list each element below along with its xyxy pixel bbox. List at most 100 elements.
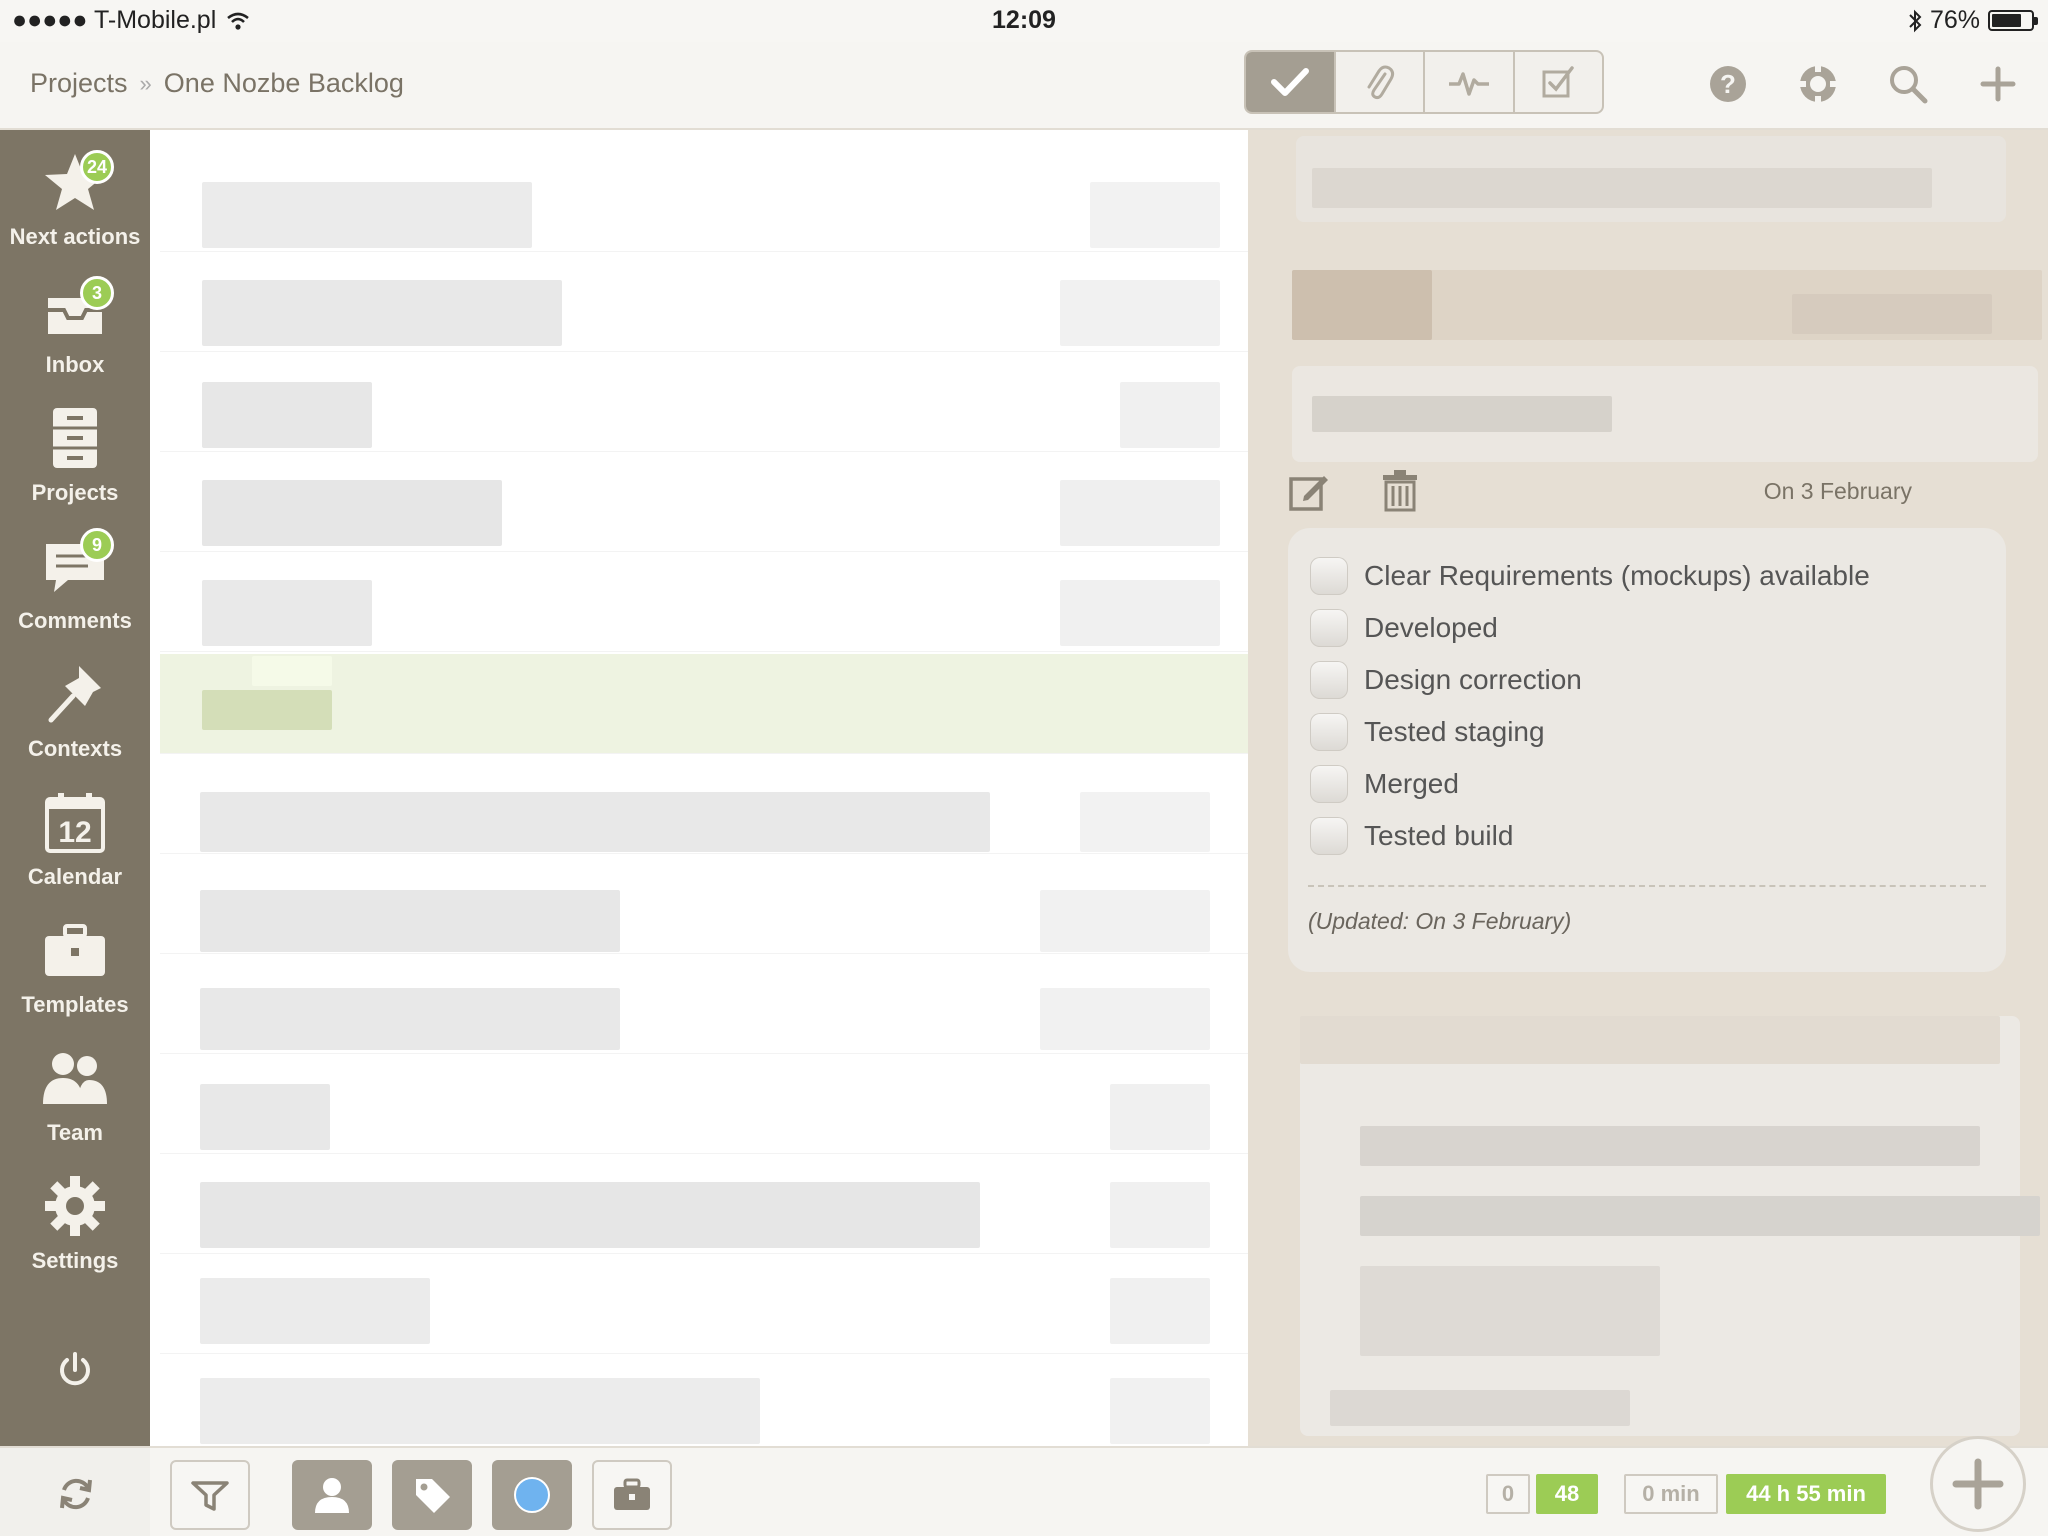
task-row[interactable]	[160, 252, 1248, 352]
checkbox[interactable]	[1310, 661, 1348, 699]
person-icon	[315, 1478, 349, 1513]
redacted-block	[1292, 270, 2042, 340]
battery-percent: 76%	[1929, 6, 1980, 34]
comment-actions: On 3 February	[1288, 466, 2008, 514]
checkbox[interactable]	[1310, 765, 1348, 803]
tab-checklist[interactable]	[1515, 52, 1603, 112]
task-row[interactable]	[160, 552, 1248, 652]
sidebar-item-label: Inbox	[45, 352, 105, 377]
sidebar-item-contexts[interactable]: Contexts	[0, 650, 150, 778]
sidebar-item-projects[interactable]: Projects	[0, 394, 150, 522]
task-row[interactable]	[160, 854, 1248, 954]
bottom-toolbar: 0 48 0 min 44 h 55 min	[0, 1446, 2048, 1536]
checkbox[interactable]	[1310, 713, 1348, 751]
tag-icon	[416, 1479, 450, 1513]
check-icon	[1270, 68, 1309, 96]
sidebar-item-label: Projects	[31, 480, 119, 505]
bluetooth-icon	[1909, 9, 1922, 32]
checklist-item[interactable]: Developed	[1310, 606, 1498, 650]
checklist-item-text: Merged	[1364, 768, 1459, 799]
sidebar-item-next-actions[interactable]: 24 Next actions	[0, 138, 150, 266]
filter-button[interactable]	[170, 1460, 250, 1530]
trash-icon	[1383, 470, 1417, 512]
breadcrumb-projects-link[interactable]: Projects	[30, 68, 128, 99]
help-icon: ?	[1710, 66, 1746, 102]
status-bar: ●●●●● T-Mobile.pl 12:09 76%	[0, 0, 2048, 42]
checkbox[interactable]	[1310, 557, 1348, 595]
search-icon	[1890, 66, 1928, 104]
redacted-block	[1292, 366, 2038, 462]
filter-person-button[interactable]	[292, 1460, 372, 1530]
sidebar-item-label: Team	[47, 1120, 103, 1145]
edit-icon	[1289, 476, 1328, 511]
pin-icon	[35, 654, 115, 734]
counter-time-done: 0 min	[1624, 1474, 1718, 1514]
carrier-group: ●●●●● T-Mobile.pl	[12, 6, 250, 35]
calendar-icon: 12	[35, 782, 115, 862]
task-row[interactable]	[160, 754, 1248, 854]
sidebar-item-calendar[interactable]: 12 Calendar	[0, 778, 150, 906]
checklist-item-text: Design correction	[1364, 664, 1582, 695]
wifi-icon	[227, 12, 250, 30]
file-cabinet-icon	[35, 398, 115, 478]
checklist-item[interactable]: Design correction	[1310, 658, 1582, 702]
logout-button[interactable]	[55, 1350, 95, 1390]
sidebar-item-label: Contexts	[27, 736, 123, 761]
checklist-item[interactable]: Tested build	[1310, 814, 1513, 858]
briefcase-icon	[614, 1478, 650, 1510]
sidebar-item-templates[interactable]: Templates	[0, 906, 150, 1034]
task-row[interactable]	[160, 1354, 1248, 1446]
comment-date: On 3 February	[1763, 478, 1912, 504]
add-button[interactable]	[1974, 60, 2022, 108]
task-row-selected[interactable]	[160, 654, 1248, 754]
support-button[interactable]	[1794, 60, 1842, 108]
task-list[interactable]	[150, 130, 1248, 1446]
help-button[interactable]: ?	[1704, 60, 1752, 108]
sidebar-item-inbox[interactable]: 3 Inbox	[0, 266, 150, 394]
checklist-item[interactable]: Tested staging	[1310, 710, 1545, 754]
top-toolbar: Projects » One Nozbe Backlog ?	[0, 42, 2048, 130]
briefcase-icon	[35, 910, 115, 990]
sidebar: 24 Next actions 3 Inbox Projects 9 Comme…	[0, 130, 150, 1446]
edit-button[interactable]	[1288, 470, 1330, 512]
task-row[interactable]	[160, 452, 1248, 552]
sidebar-item-label: Calendar	[27, 864, 123, 889]
task-row[interactable]	[160, 1254, 1248, 1354]
tab-tasks[interactable]	[1246, 52, 1336, 112]
sidebar-item-label: Next actions	[9, 224, 141, 249]
task-row[interactable]	[160, 352, 1248, 452]
power-icon	[60, 1352, 90, 1386]
sidebar-item-comments[interactable]: 9 Comments	[0, 522, 150, 650]
add-task-button[interactable]	[1930, 1436, 2026, 1532]
checklist-item[interactable]: Merged	[1310, 762, 1459, 806]
checklist-item[interactable]: Clear Requirements (mockups) available	[1310, 554, 1870, 598]
checklist-comment: Clear Requirements (mockups) available D…	[1288, 528, 2006, 972]
filter-briefcase-button[interactable]	[592, 1460, 672, 1530]
breadcrumb-separator: »	[139, 70, 152, 96]
sidebar-item-settings[interactable]: Settings	[0, 1162, 150, 1290]
task-row[interactable]	[160, 954, 1248, 1054]
comments-badge: 9	[80, 528, 114, 562]
task-row[interactable]	[160, 1054, 1248, 1154]
tab-attachments[interactable]	[1336, 52, 1425, 112]
search-button[interactable]	[1884, 60, 1932, 108]
task-row[interactable]	[160, 152, 1248, 252]
task-row[interactable]	[160, 1154, 1248, 1254]
checkbox[interactable]	[1310, 817, 1348, 855]
carrier-name: ●●●●● T-Mobile.pl	[12, 6, 217, 34]
inbox-badge: 3	[80, 276, 114, 310]
gear-icon	[35, 1166, 115, 1246]
checklist-item-text: Tested staging	[1364, 716, 1545, 747]
view-segmented-control	[1244, 50, 1604, 114]
filter-tag-button[interactable]	[392, 1460, 472, 1530]
divider	[1308, 885, 1986, 887]
checkbox[interactable]	[1310, 609, 1348, 647]
sidebar-item-team[interactable]: Team	[0, 1034, 150, 1162]
checklist-item-text: Tested build	[1364, 820, 1514, 851]
delete-button[interactable]	[1380, 468, 1420, 512]
lifebuoy-icon	[1798, 64, 1838, 104]
filter-color-button[interactable]	[492, 1460, 572, 1530]
sync-button[interactable]	[56, 1474, 96, 1514]
counter-overdue: 0	[1486, 1474, 1530, 1514]
tab-activity[interactable]	[1425, 52, 1515, 112]
